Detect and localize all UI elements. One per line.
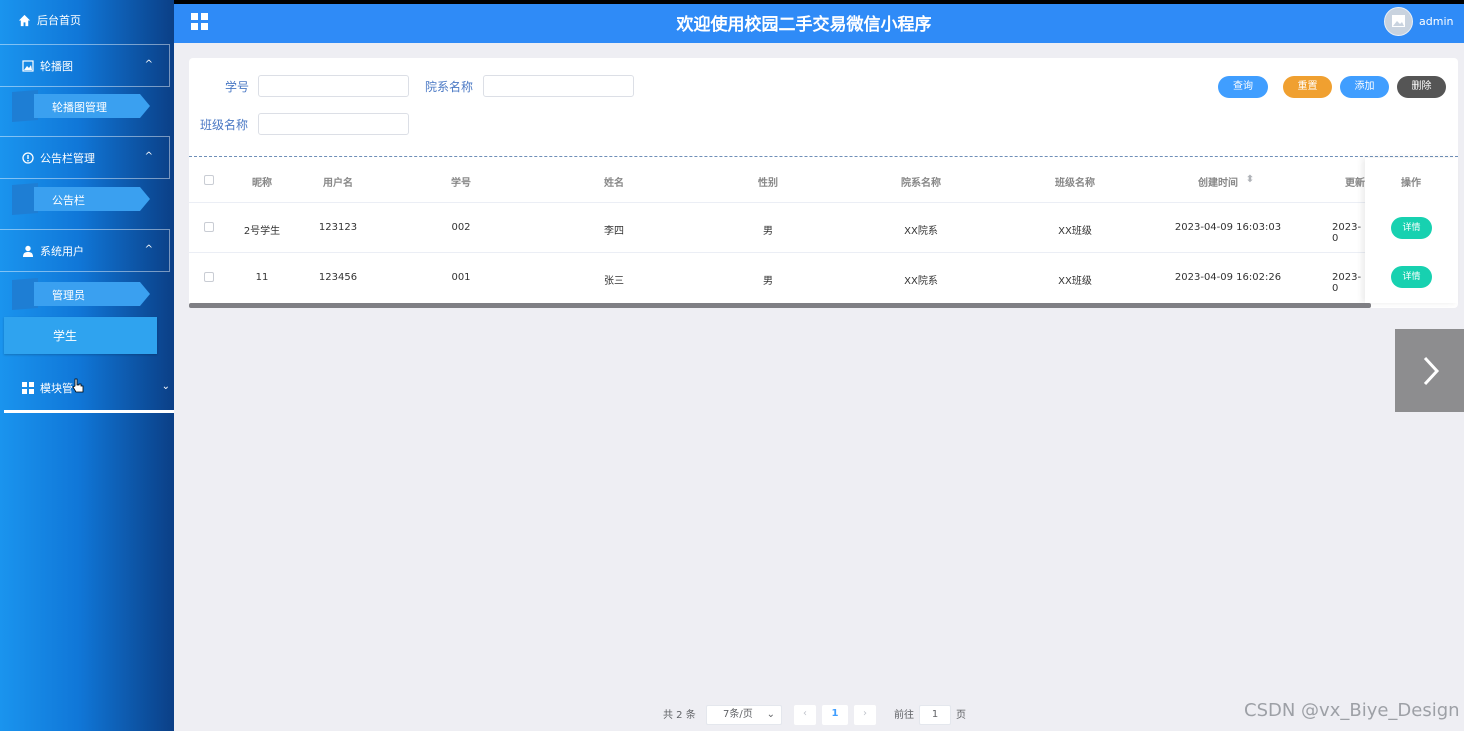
col-name[interactable]: 姓名: [584, 174, 644, 189]
dept-input[interactable]: [483, 75, 634, 97]
sidebar-group-label: 模块管: [40, 382, 73, 395]
horizontal-scrollbar[interactable]: [189, 303, 1371, 308]
username-label[interactable]: admin: [1419, 15, 1453, 28]
page-number-current[interactable]: 1: [822, 705, 848, 725]
row-divider: [189, 202, 1365, 203]
header: 欢迎使用校园二手交易微信小程序 admin: [174, 4, 1464, 43]
cell-updated: 2023-0: [1332, 222, 1362, 244]
sidebar-home[interactable]: 后台首页: [0, 0, 174, 40]
cell-username: 123123: [318, 222, 358, 233]
next-arrow-button[interactable]: [1395, 329, 1464, 412]
sidebar-item-label: 管理员: [52, 289, 85, 302]
sidebar-item-notice[interactable]: 公告栏: [12, 183, 152, 215]
student-no-label: 学号: [225, 80, 250, 94]
cell-name: 张三: [604, 276, 624, 287]
cell-student-no: 002: [451, 222, 471, 233]
row-checkbox[interactable]: [204, 272, 214, 282]
cell-student-no: 001: [451, 272, 471, 283]
pagination-total: 共 2 条: [663, 710, 696, 721]
col-nickname[interactable]: 昵称: [232, 174, 292, 189]
cell-updated: 2023-0: [1332, 272, 1362, 294]
cell-created: 2023-04-09 16:02:26: [1174, 272, 1282, 283]
query-button[interactable]: 查询: [1218, 76, 1268, 98]
dept-label: 院系名称: [425, 80, 474, 94]
col-dept[interactable]: 院系名称: [881, 174, 961, 189]
sidebar-home-label: 后台首页: [37, 14, 81, 27]
cell-dept: XX院系: [904, 276, 938, 287]
reset-button[interactable]: 重置: [1283, 76, 1332, 98]
col-student-no[interactable]: 学号: [431, 174, 491, 189]
info-icon: [22, 151, 34, 164]
sidebar-group-notice[interactable]: 公告栏管理 ^: [0, 136, 170, 179]
col-updated[interactable]: 更新: [1345, 174, 1365, 189]
chevron-down-icon: ⌄: [161, 381, 170, 392]
sidebar-group-system-users[interactable]: 系统用户 ^: [0, 229, 170, 272]
chevron-up-icon: ^: [144, 151, 153, 162]
cell-created: 2023-04-09 16:03:03: [1174, 222, 1282, 233]
delete-button[interactable]: 删除: [1397, 76, 1446, 98]
sidebar-item-label: 轮播图管理: [52, 101, 107, 114]
chevron-up-icon: ^: [144, 59, 153, 70]
detail-button[interactable]: 详情: [1391, 217, 1432, 239]
divider: [189, 156, 1458, 157]
cell-nickname: 11: [255, 272, 269, 283]
chevron-down-icon: ⌄: [766, 709, 775, 720]
page-size-select[interactable]: 7条/页 ⌄: [706, 705, 782, 725]
image-icon: [22, 59, 34, 72]
cell-nickname: 2号学生: [243, 226, 281, 237]
sidebar-item-student[interactable]: 学生: [4, 317, 157, 354]
sidebar-divider: [4, 410, 174, 413]
sidebar-item-label: 公告栏: [52, 194, 85, 207]
cell-gender: 男: [763, 226, 773, 237]
cell-username: 123456: [318, 272, 358, 283]
select-all-checkbox[interactable]: [204, 175, 214, 185]
sidebar-group-label: 系统用户: [40, 244, 84, 258]
sidebar-group-label: 轮播图: [40, 59, 73, 73]
watermark: CSDN @vx_Biye_Design: [1244, 700, 1460, 721]
sidebar-group-carousel[interactable]: 轮播图 ^: [0, 44, 170, 87]
home-icon: [18, 14, 31, 26]
next-page-button[interactable]: ›: [854, 705, 876, 725]
goto-label: 前往: [894, 710, 914, 721]
grid-icon: [22, 382, 34, 394]
cell-class: XX班级: [1058, 226, 1092, 237]
hand-cursor-icon: [72, 378, 84, 393]
class-label: 班级名称: [200, 118, 249, 132]
col-gender[interactable]: 性别: [738, 174, 798, 189]
page-suffix: 页: [956, 710, 966, 721]
avatar[interactable]: [1384, 7, 1413, 36]
detail-button[interactable]: 详情: [1391, 266, 1432, 288]
sort-icon[interactable]: ⬍: [1243, 174, 1257, 185]
col-class[interactable]: 班级名称: [1035, 174, 1115, 189]
page-size-value: 7条/页: [723, 709, 753, 720]
student-no-input[interactable]: [258, 75, 409, 97]
col-actions: 操作: [1401, 178, 1421, 189]
sidebar: 后台首页 轮播图 ^ 轮播图管理 公告栏管理 ^ 公告栏 系统用户 ^ 管理员 …: [0, 0, 174, 731]
picture-icon: [1392, 15, 1405, 27]
cell-dept: XX院系: [904, 226, 938, 237]
chevron-up-icon: ^: [144, 244, 153, 255]
chevron-right-icon: [1423, 356, 1440, 386]
sidebar-item-carousel-manage[interactable]: 轮播图管理: [12, 90, 152, 122]
cell-class: XX班级: [1058, 276, 1092, 287]
class-input[interactable]: [258, 113, 409, 135]
col-username[interactable]: 用户名: [308, 174, 368, 189]
cell-name: 李四: [604, 226, 624, 237]
page-title: 欢迎使用校园二手交易微信小程序: [676, 15, 932, 35]
row-checkbox[interactable]: [204, 222, 214, 232]
sidebar-item-admin[interactable]: 管理员: [12, 278, 152, 310]
col-created[interactable]: 创建时间: [1188, 174, 1248, 189]
user-icon: [23, 245, 33, 257]
sidebar-group-label: 公告栏管理: [40, 151, 95, 165]
prev-page-button[interactable]: ‹: [794, 705, 816, 725]
cell-gender: 男: [763, 276, 773, 287]
goto-page-input[interactable]: 1: [919, 705, 951, 725]
add-button[interactable]: 添加: [1340, 76, 1389, 98]
sidebar-group-module[interactable]: 模块管 ⌄: [0, 370, 174, 406]
row-divider: [189, 252, 1365, 253]
